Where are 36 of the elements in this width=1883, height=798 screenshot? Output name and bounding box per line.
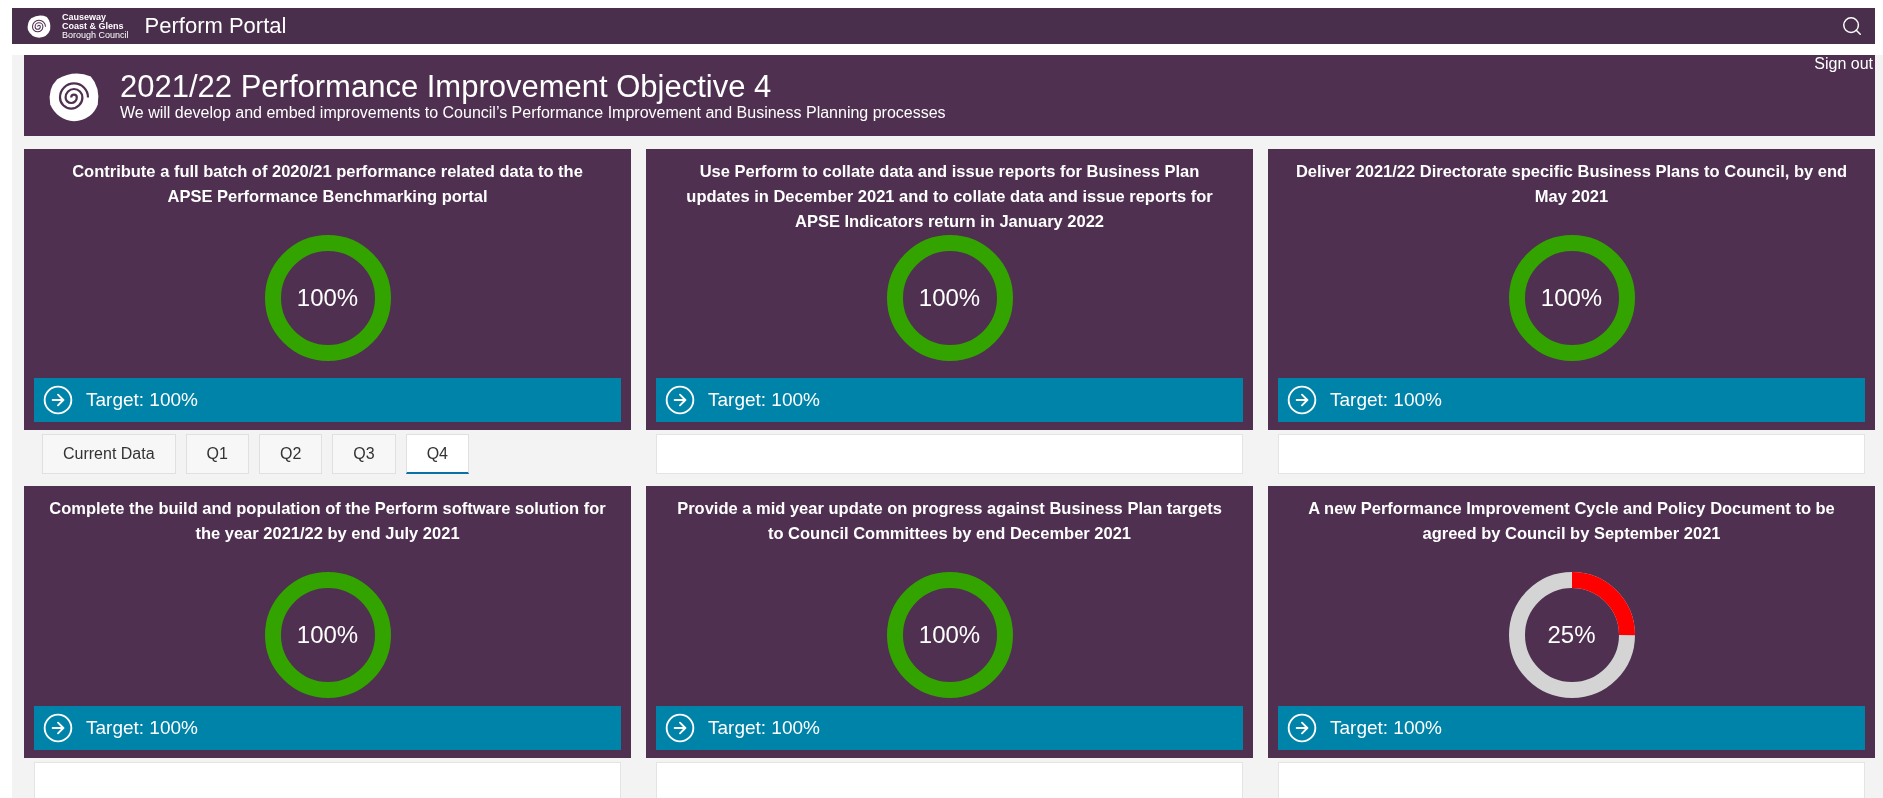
period-tab[interactable]: Q4 (405, 434, 469, 474)
target-button[interactable]: Target: 100% (1278, 378, 1865, 422)
search-icon[interactable] (1841, 15, 1863, 37)
target-button[interactable]: Target: 100% (34, 378, 621, 422)
page-subtitle: We will develop and embed improvements to Council’s Performance Improvement and Business Planning processes (120, 103, 946, 122)
period-tab[interactable]: Q3 (332, 434, 396, 474)
target-button[interactable]: Target: 100% (656, 706, 1243, 750)
objective-title: Complete the build and population of the Perform software solution for the year 2021/22 by end July 2021 (48, 498, 607, 544)
arrow-right-icon (664, 384, 696, 416)
progress-value: 100% (1540, 284, 1603, 312)
council-logo-text: Causeway Coast & Glens Borough Council (62, 12, 129, 40)
arrow-right-icon (42, 712, 74, 744)
period-tab[interactable]: Current Data (42, 434, 176, 474)
sign-out-link[interactable]: Sign out (1814, 55, 1873, 73)
arrow-right-icon (664, 712, 696, 744)
council-logo-icon (26, 13, 52, 39)
target-button[interactable]: Target: 100% (1278, 706, 1865, 750)
target-button[interactable]: Target: 100% (656, 378, 1243, 422)
progress-value: 100% (918, 284, 981, 312)
arrow-right-icon (1286, 384, 1318, 416)
progress-value: 25% (1547, 621, 1596, 649)
portal-title: Perform Portal (144, 13, 288, 39)
objective-title: Use Perform to collate data and issue reports for Business Plan updates in December 2021 and to collate data and issue reports for APSE Indicators return in January 2022 (685, 161, 1214, 232)
objective-title: Contribute a full batch of 2020/21 performance related data to the APSE Performance Benchmarking portal (71, 161, 584, 207)
progress-value: 100% (918, 621, 981, 649)
objective-title: Provide a mid year update on progress against Business Plan targets to Council Committees by end December 2021 (676, 498, 1223, 544)
target-button[interactable]: Target: 100% (34, 706, 621, 750)
progress-value: 100% (296, 284, 359, 312)
progress-value: 100% (296, 621, 359, 649)
objective-title: Deliver 2021/22 Directorate specific Business Plans to Council, by end May 2021 (1294, 161, 1849, 207)
period-tab[interactable]: Q1 (185, 434, 249, 474)
period-tab[interactable]: Q2 (258, 434, 323, 474)
page-title: 2021/22 Performance Improvement Objective 4 (120, 69, 773, 104)
arrow-right-icon (42, 384, 74, 416)
objective-title: A new Performance Improvement Cycle and Policy Document to be agreed by Council by September 2021 (1307, 498, 1836, 544)
arrow-right-icon (1286, 712, 1318, 744)
